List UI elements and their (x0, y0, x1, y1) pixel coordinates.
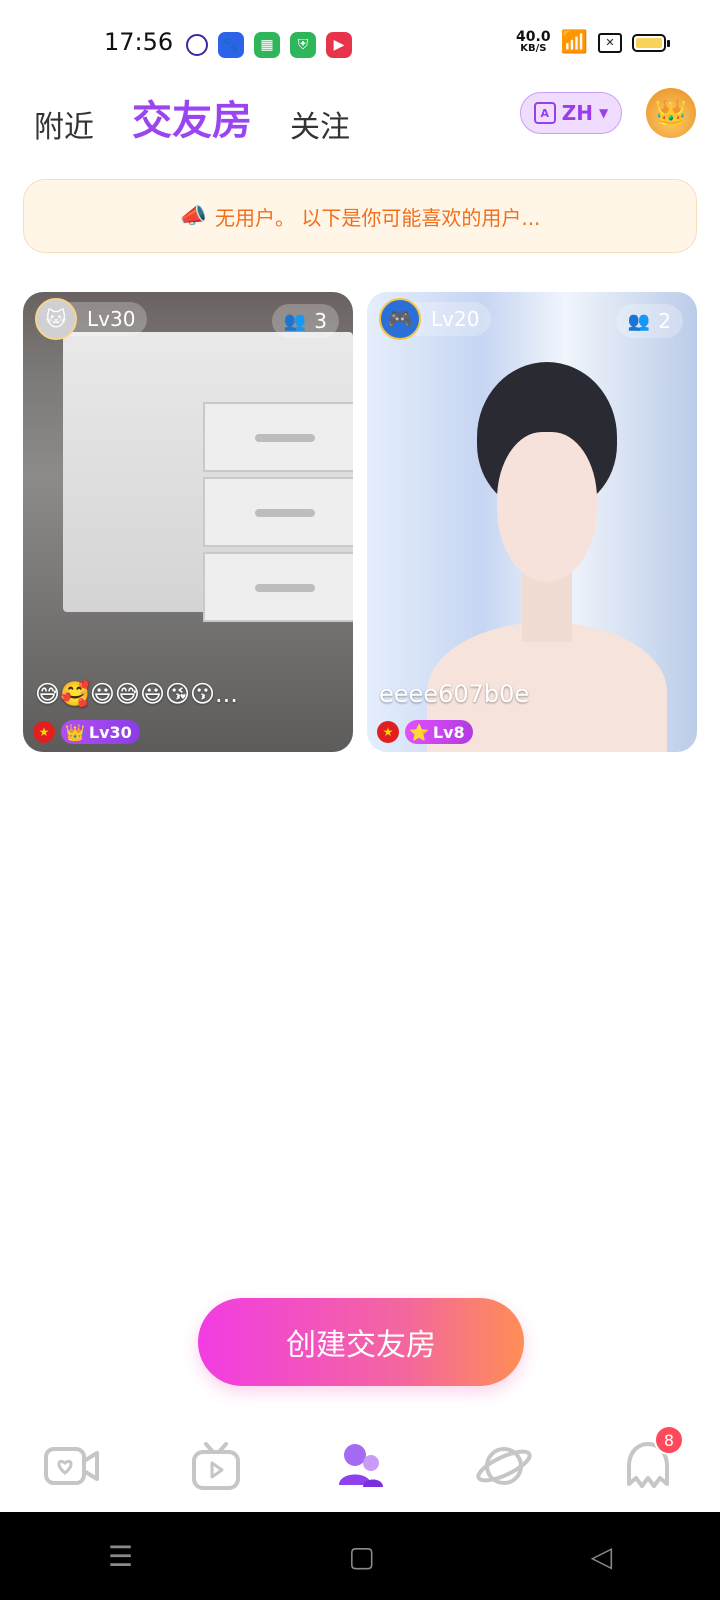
top-tabs: 附近 交友房 关注 (34, 86, 350, 146)
tv-icon (192, 1442, 240, 1490)
china-flag-icon: ★ (33, 721, 55, 743)
nav-friend-rooms[interactable] (320, 1431, 400, 1501)
host-level: Lv20 (431, 307, 480, 331)
bottom-nav: 8 (0, 1420, 720, 1512)
back-icon[interactable]: ◁ (591, 1540, 613, 1573)
language-label: ZH (561, 101, 593, 125)
host-level-pill: 🐱 Lv30 (35, 298, 148, 340)
member-count: 2 (658, 309, 671, 333)
no-sim-icon: ✕ (598, 32, 622, 53)
room-title: eeee607b0e (379, 680, 530, 708)
host-level: Lv30 (87, 307, 136, 331)
language-button[interactable]: A ZH ▼ (520, 92, 622, 134)
room-badges: ★ ⭐ Lv8 (377, 720, 473, 744)
baidu-icon: 🐾 (218, 32, 244, 58)
crown-avatar-button[interactable]: 👑 (646, 88, 696, 138)
system-nav-bar: ☰ ▢ ◁ (0, 1512, 720, 1600)
room-card[interactable]: 🎮 Lv20 👥 2 eeee607b0e ★ ⭐ Lv8 (367, 292, 697, 752)
app-notification-icon (186, 34, 208, 56)
tab-following[interactable]: 关注 (290, 102, 350, 146)
star-icon: ⭐ (409, 722, 429, 742)
room-cover-image (63, 332, 353, 622)
create-room-button[interactable]: 创建交友房 (198, 1298, 524, 1386)
level-badge: ⭐ Lv8 (405, 720, 473, 744)
notice-text: 无用户。 以下是你可能喜欢的用户... (214, 205, 541, 230)
users-icon: 👥 (283, 310, 307, 332)
level-badge: 👑 Lv30 (61, 720, 140, 744)
host-level-pill: 🎮 Lv20 (379, 298, 492, 340)
megaphone-icon: 📣 (179, 203, 207, 229)
member-count: 3 (314, 309, 327, 333)
status-bar: 17:56 🐾 ▦ ⛨ ▶ 40.0 KB/S 📶 ✕ (0, 0, 720, 90)
video-app-icon: ▶ (326, 32, 352, 58)
users-icon (339, 1444, 383, 1487)
crown-icon: 👑 (654, 98, 688, 128)
video-heart-icon (44, 1447, 99, 1485)
network-speed: 40.0 KB/S (516, 28, 551, 55)
translate-icon: A (533, 102, 556, 124)
tab-nearby[interactable]: 附近 (34, 102, 94, 146)
member-count-pill: 👥 2 (615, 304, 683, 338)
messages-badge: 8 (654, 1425, 684, 1455)
network-speed-value: 40.0 (516, 28, 551, 45)
status-time: 17:56 (104, 28, 174, 56)
nav-live-tv[interactable] (176, 1431, 256, 1501)
home-icon[interactable]: ▢ (349, 1540, 375, 1573)
level-badge-text: Lv8 (432, 722, 465, 742)
menu-icon[interactable]: ☰ (108, 1540, 133, 1573)
status-right: 40.0 KB/S 📶 ✕ (516, 28, 670, 55)
room-title: 😅🥰😃😅😃😘😗... (35, 680, 238, 708)
host-avatar: 🎮 (379, 298, 421, 340)
shield-icon: ⛨ (290, 32, 316, 58)
caret-down-icon: ▼ (599, 106, 609, 120)
level-badge-text: Lv30 (88, 722, 132, 742)
china-flag-icon: ★ (377, 721, 399, 743)
crown-icon: 👑 (65, 722, 85, 742)
shop-icon: ▦ (254, 32, 280, 58)
planet-icon (476, 1447, 532, 1485)
wifi-icon: 📶 (560, 30, 588, 55)
room-badges: ★ 👑 Lv30 (33, 720, 140, 744)
users-icon: 👥 (627, 310, 651, 332)
notification-icons: 🐾 ▦ ⛨ ▶ (186, 32, 352, 58)
network-speed-unit: KB/S (520, 42, 547, 54)
nav-discover[interactable] (464, 1431, 544, 1501)
no-users-notice: 📣 无用户。 以下是你可能喜欢的用户... (23, 179, 697, 253)
member-count-pill: 👥 3 (271, 304, 339, 338)
nav-video-chat[interactable] (32, 1431, 112, 1501)
room-card[interactable]: 🐱 Lv30 👥 3 😅🥰😃😅😃😘😗... ★ 👑 Lv30 (23, 292, 353, 752)
battery-icon (632, 33, 670, 52)
nav-messages[interactable]: 8 (608, 1425, 688, 1501)
host-avatar: 🐱 (35, 298, 77, 340)
tab-friend-rooms[interactable]: 交友房 (132, 88, 252, 146)
